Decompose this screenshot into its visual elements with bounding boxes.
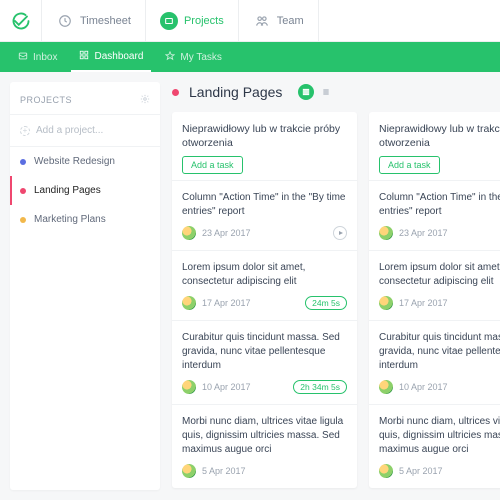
column-title: Nieprawidłowy lub w trakcie próby otworz…: [182, 122, 347, 150]
project-color-dot: [20, 188, 26, 194]
task-card[interactable]: Morbi nunc diam, ultrices vitae ligula q…: [369, 404, 500, 488]
task-title: Morbi nunc diam, ultrices vitae ligula q…: [182, 415, 347, 457]
board-column: Nieprawidłowy lub w trakcie próby otworz…: [369, 112, 500, 488]
star-icon: [165, 51, 175, 64]
task-date: 23 Apr 2017: [202, 228, 251, 238]
subnav-label: Inbox: [33, 52, 57, 63]
nav-projects[interactable]: Projects: [146, 0, 239, 41]
folder-icon: [160, 12, 178, 30]
task-card[interactable]: Curabitur quis tincidunt massa. Sed grav…: [172, 320, 357, 404]
list-view-button[interactable]: [318, 84, 334, 100]
task-title: Curabitur quis tincidunt massa. Sed grav…: [182, 331, 347, 373]
project-color-dot: [20, 159, 26, 165]
task-card[interactable]: Curabitur quis tincidunt massa. Sed grav…: [369, 320, 500, 404]
nav-team[interactable]: Team: [239, 0, 319, 41]
time-pill[interactable]: 24m 5s: [305, 296, 347, 310]
task-date: 10 Apr 2017: [399, 382, 448, 392]
gear-icon[interactable]: [140, 94, 150, 106]
task-title: Lorem ipsum dolor sit amet, consectetur …: [182, 261, 347, 289]
task-card[interactable]: Column "Action Time" in the "By time ent…: [369, 180, 500, 250]
avatar: [182, 296, 196, 310]
play-icon[interactable]: [333, 226, 347, 240]
team-icon: [253, 12, 271, 30]
task-title: Curabitur quis tincidunt massa. Sed grav…: [379, 331, 500, 373]
main-content: Landing Pages Nieprawidłowy lub w trakci…: [170, 72, 500, 500]
nav-label: Team: [277, 15, 304, 27]
avatar: [182, 464, 196, 478]
task-card[interactable]: Lorem ipsum dolor sit amet, consectetur …: [369, 250, 500, 320]
avatar: [379, 226, 393, 240]
project-color-dot: [20, 217, 26, 223]
dashboard-icon: [79, 50, 89, 63]
view-toggle: [298, 84, 334, 100]
sub-nav: Inbox Dashboard My Tasks: [0, 42, 500, 72]
project-label: Marketing Plans: [34, 214, 106, 225]
task-date: 23 Apr 2017: [399, 228, 448, 238]
add-project-placeholder: Add a project...: [36, 125, 103, 136]
inbox-icon: [18, 51, 28, 64]
task-title: Column "Action Time" in the "By time ent…: [182, 191, 347, 219]
subnav-label: Dashboard: [94, 51, 143, 62]
plus-icon: +: [20, 126, 30, 136]
subnav-dashboard[interactable]: Dashboard: [71, 42, 151, 72]
task-date: 5 Apr 2017: [399, 466, 443, 476]
subnav-mytasks[interactable]: My Tasks: [157, 42, 230, 72]
avatar: [182, 380, 196, 394]
top-nav: Timesheet Projects Team: [0, 0, 500, 42]
nav-timesheet[interactable]: Timesheet: [42, 0, 146, 41]
task-date: 17 Apr 2017: [399, 298, 448, 308]
project-label: Website Redesign: [34, 156, 115, 167]
task-card[interactable]: Lorem ipsum dolor sit amet, consectetur …: [172, 250, 357, 320]
board-view-button[interactable]: [298, 84, 314, 100]
avatar: [182, 226, 196, 240]
sidebar-project[interactable]: Website Redesign: [10, 147, 160, 176]
board-column: Nieprawidłowy lub w trakcie próby otworz…: [172, 112, 357, 488]
projects-sidebar: PROJECTS + Add a project... Website Rede…: [10, 82, 160, 490]
clock-icon: [56, 12, 74, 30]
task-card[interactable]: Morbi nunc diam, ultrices vitae ligula q…: [172, 404, 357, 488]
page-color-dot: [172, 89, 179, 96]
add-project-input[interactable]: + Add a project...: [10, 115, 160, 147]
nav-label: Timesheet: [80, 15, 131, 27]
app-logo[interactable]: [0, 0, 42, 42]
sidebar-project[interactable]: Landing Pages: [10, 176, 160, 205]
sidebar-project[interactable]: Marketing Plans: [10, 205, 160, 234]
column-title: Nieprawidłowy lub w trakcie próby otworz…: [379, 122, 500, 150]
project-label: Landing Pages: [34, 185, 101, 196]
task-title: Morbi nunc diam, ultrices vitae ligula q…: [379, 415, 500, 457]
add-task-button[interactable]: Add a task: [379, 156, 440, 174]
time-pill[interactable]: 2h 34m 5s: [293, 380, 347, 394]
page-title: Landing Pages: [189, 84, 282, 100]
avatar: [379, 380, 393, 394]
subnav-label: My Tasks: [180, 52, 222, 63]
task-date: 5 Apr 2017: [202, 466, 246, 476]
add-task-button[interactable]: Add a task: [182, 156, 243, 174]
task-title: Column "Action Time" in the "By time ent…: [379, 191, 500, 219]
task-date: 17 Apr 2017: [202, 298, 251, 308]
avatar: [379, 464, 393, 478]
sidebar-heading: PROJECTS: [20, 95, 72, 105]
task-date: 10 Apr 2017: [202, 382, 251, 392]
nav-label: Projects: [184, 15, 224, 27]
task-title: Lorem ipsum dolor sit amet, consectetur …: [379, 261, 500, 289]
subnav-inbox[interactable]: Inbox: [10, 42, 65, 72]
task-card[interactable]: Column "Action Time" in the "By time ent…: [172, 180, 357, 250]
avatar: [379, 296, 393, 310]
